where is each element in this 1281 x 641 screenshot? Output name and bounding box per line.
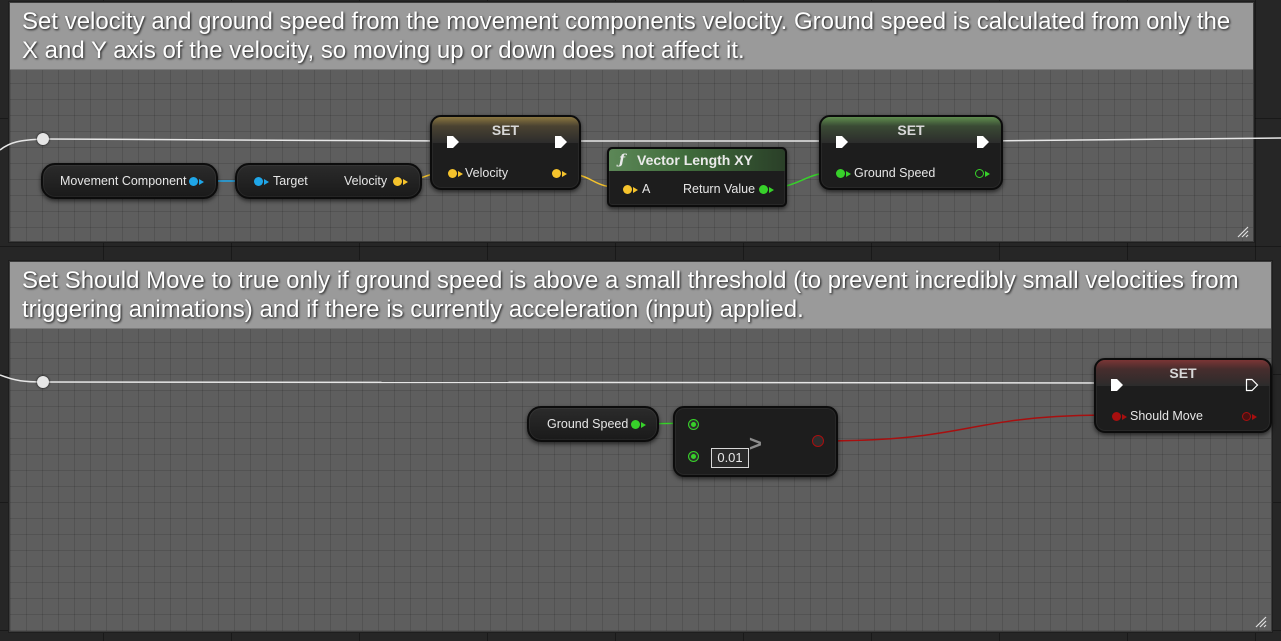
pin-arrow-icon [1252, 414, 1257, 420]
velocity-output-label: Velocity [344, 174, 388, 188]
function-icon: ƒ [619, 152, 626, 168]
set-ground-speed-node[interactable]: SET Ground Speed [819, 115, 1003, 190]
pin-arrow-icon [641, 422, 646, 428]
compare-b-input-pin[interactable] [688, 451, 699, 462]
reroute-node-top[interactable] [37, 133, 49, 145]
set-velocity-node[interactable]: SET Velocity [430, 115, 581, 190]
comment-box-should-move[interactable]: Set Should Move to true only if ground s… [9, 261, 1272, 632]
ground-speed-output-pin[interactable] [631, 420, 640, 429]
ground-speed-input-pin[interactable] [836, 169, 845, 178]
return-value-label: Return Value [683, 182, 756, 196]
should-move-output-pin[interactable] [1242, 412, 1251, 421]
resize-grip-icon[interactable] [1237, 226, 1249, 238]
object-output-pin[interactable] [189, 177, 198, 186]
ground-speed-getter-label: Ground Speed [547, 417, 629, 431]
vector-length-xy-title: Vector Length XY [637, 152, 753, 168]
exec-input-pin[interactable] [835, 135, 849, 149]
pin-arrow-icon [458, 171, 463, 177]
exec-input-pin[interactable] [1110, 378, 1124, 392]
pin-arrow-icon [769, 187, 774, 193]
pin-arrow-icon [403, 179, 408, 185]
compare-a-input-pin[interactable] [688, 419, 699, 430]
pin-arrow-icon [985, 171, 990, 177]
return-value-output-pin[interactable] [759, 185, 768, 194]
get-velocity-node[interactable]: Target Velocity [235, 163, 422, 199]
vector-a-input-pin[interactable] [623, 185, 632, 194]
pin-arrow-icon [1122, 414, 1127, 420]
target-input-pin[interactable] [254, 177, 263, 186]
set-velocity-title-text: SET [491, 122, 520, 138]
vector-length-xy-header: ƒ Vector Length XY [609, 149, 785, 171]
comment-text-velocity[interactable]: Set velocity and ground speed from the m… [10, 3, 1253, 70]
should-move-input-pin[interactable] [1112, 412, 1121, 421]
bool-output-pin[interactable] [812, 435, 824, 447]
greater-than-node[interactable]: 0.01 > [673, 406, 838, 477]
pin-arrow-icon [562, 171, 567, 177]
pin-arrow-icon [633, 187, 638, 193]
pin-arrow-icon [846, 171, 851, 177]
set-ground-speed-title-text: SET [897, 122, 925, 138]
velocity-input-pin[interactable] [448, 169, 457, 178]
vector-length-xy-node[interactable]: ƒ Vector Length XY A Return Value [607, 147, 787, 207]
pin-arrow-icon [264, 179, 269, 185]
reroute-node-bottom[interactable] [37, 376, 49, 388]
exec-output-pin[interactable] [976, 135, 990, 149]
greater-than-operator: > [749, 431, 762, 456]
set-should-move-title-text: SET [1169, 365, 1197, 381]
vector-a-label: A [642, 182, 651, 196]
ground-speed-output-pin[interactable] [975, 169, 984, 178]
comment-text-should-move[interactable]: Set Should Move to true only if ground s… [10, 262, 1271, 329]
should-move-input-label: Should Move [1130, 409, 1203, 423]
movement-component-label: Movement Component [60, 174, 187, 188]
pin-arrow-icon [199, 179, 204, 185]
movement-component-node[interactable]: Movement Component [41, 163, 218, 199]
exec-input-pin[interactable] [446, 135, 460, 149]
ground-speed-input-label: Ground Speed [854, 166, 936, 180]
exec-output-pin[interactable] [554, 135, 568, 149]
set-should-move-node[interactable]: SET Should Move [1094, 358, 1272, 433]
resize-grip-icon[interactable] [1255, 616, 1267, 628]
exec-output-pin[interactable] [1245, 378, 1259, 392]
target-pin-label: Target [273, 174, 308, 188]
ground-speed-getter-node[interactable]: Ground Speed [527, 406, 659, 442]
velocity-output-pin[interactable] [393, 177, 402, 186]
threshold-value-field[interactable]: 0.01 [711, 448, 749, 468]
velocity-input-label: Velocity [465, 166, 509, 180]
velocity-output-pin[interactable] [552, 169, 561, 178]
